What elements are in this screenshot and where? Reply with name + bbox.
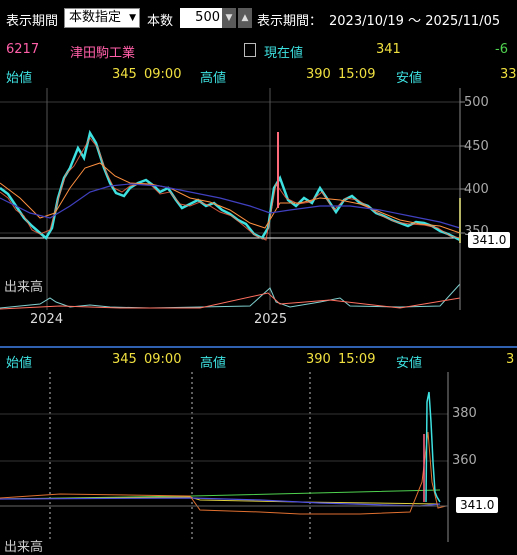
candle-series (0, 129, 461, 242)
intraday-ma-navy (0, 497, 441, 507)
low-value: 33 (500, 67, 517, 82)
intraday-low-label: 安値 (396, 356, 423, 371)
mode-select-value: 本数指定 (69, 10, 122, 25)
daily-chart[interactable] (0, 88, 517, 313)
daily-price-tag: 341.0 (468, 232, 511, 248)
session-dividers (49, 372, 311, 542)
y-tick-500: 500 (464, 95, 489, 110)
intraday-header: 始値 345 09:00 高値 390 15:09 安値 3 (0, 352, 517, 374)
period-label: 表示期間 (6, 14, 59, 29)
high-value: 390 (306, 67, 331, 82)
document-icon[interactable] (244, 43, 256, 57)
count-input[interactable]: 500 (180, 8, 224, 28)
intraday-high-time: 15:09 (338, 352, 376, 367)
quote-ohl: 始値 345 09:00 高値 390 15:09 安値 33 (0, 67, 517, 89)
intraday-open-time: 09:00 (144, 352, 182, 367)
intraday-open-label: 始値 (6, 356, 33, 371)
current-value: 341 (376, 42, 401, 57)
daily-volume-label: 出来高 (4, 280, 44, 295)
mode-select[interactable]: 本数指定 ▼ (64, 8, 140, 28)
intraday-low-value: 3 (506, 352, 515, 367)
stock-code: 6217 (6, 42, 40, 57)
y-tick-450: 450 (464, 139, 489, 154)
count-label: 本数 (147, 14, 174, 29)
ma-short-line (0, 162, 461, 234)
panel-separator[interactable] (0, 346, 517, 348)
intraday-high-value: 390 (306, 352, 331, 367)
intraday-open-value: 345 (112, 352, 137, 367)
range-value: 2023/10/19 ～ 2025/11/05 (329, 14, 501, 29)
low-label: 安値 (396, 71, 423, 86)
intraday-chart[interactable] (0, 372, 517, 552)
intraday-price-line (0, 431, 447, 515)
current-label: 現在値 (264, 46, 304, 61)
intraday-y-tick-360: 360 (452, 453, 477, 468)
spin-up-button[interactable]: ▲ (238, 8, 252, 28)
x-label-2025: 2025 (254, 312, 288, 327)
daily-volume-bars (0, 283, 461, 310)
high-label: 高値 (200, 71, 227, 86)
toolbar: 表示期間 本数指定 ▼ 本数 500 ▼ ▲ 表示期間： 2023/10/19 … (0, 0, 517, 34)
open-value: 345 (112, 67, 137, 82)
open-label: 始値 (6, 71, 33, 86)
intraday-y-tick-380: 380 (452, 406, 477, 421)
intraday-ma-yellow (0, 496, 441, 505)
intraday-volume-label: 出来高 (4, 540, 44, 555)
open-time: 09:00 (144, 67, 182, 82)
quote-header: 6217 津田駒工業 現在値 341 -6 (0, 42, 517, 64)
range-label: 表示期間： (257, 14, 323, 29)
x-label-2024: 2024 (30, 312, 64, 327)
high-time: 15:09 (338, 67, 376, 82)
intraday-price-tag: 341.0 (456, 497, 499, 513)
intraday-grid (0, 413, 448, 462)
stock-name: 津田駒工業 (70, 46, 136, 61)
chevron-down-icon: ▼ (129, 13, 136, 23)
spin-down-button[interactable]: ▼ (222, 8, 236, 28)
daily-grid (0, 88, 460, 310)
change-value: -6 (495, 42, 508, 57)
y-tick-400: 400 (464, 182, 489, 197)
intraday-high-label: 高値 (200, 356, 227, 371)
